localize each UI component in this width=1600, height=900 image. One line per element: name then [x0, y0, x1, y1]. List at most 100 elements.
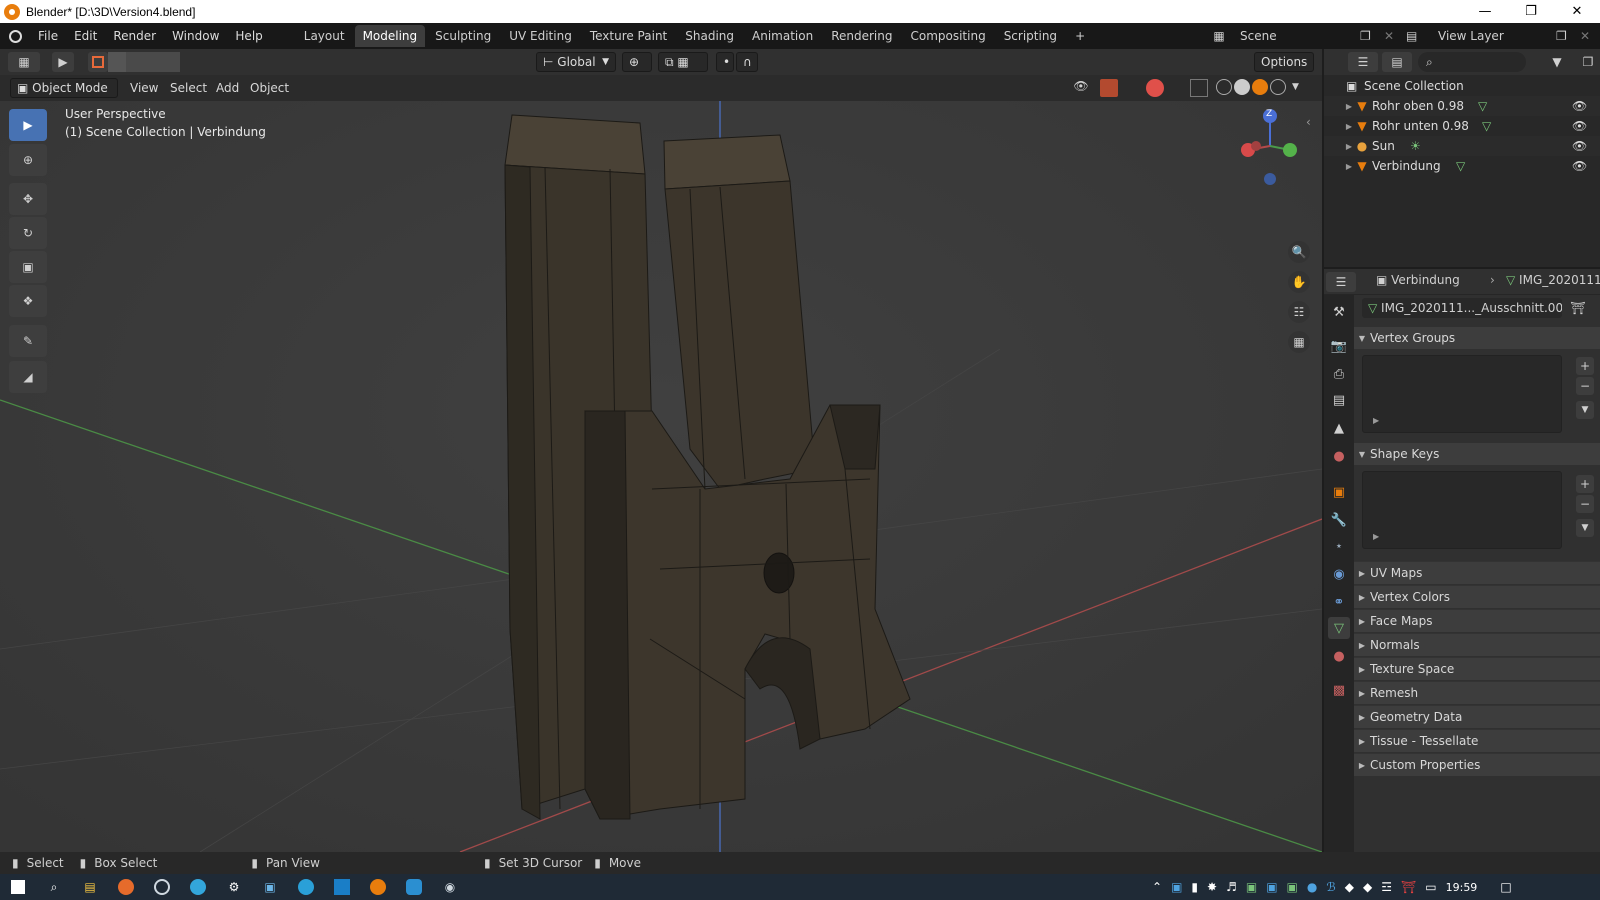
sidebar-toggle-chevron-icon[interactable]: ‹	[1306, 115, 1320, 131]
tray-expand-icon[interactable]: ⌃	[1152, 880, 1162, 894]
pivot-point-dropdown[interactable]: ⊕	[622, 52, 652, 72]
list-expand-icon[interactable]: ▶	[1373, 416, 1379, 425]
expand-arrow-icon[interactable]: ▶	[1324, 102, 1352, 111]
remove-shape-key-button[interactable]: −	[1576, 495, 1594, 513]
proportional-falloff-dropdown[interactable]: ∩	[736, 52, 758, 72]
panel-header-tissue-tessellate[interactable]: ▶ Tissue - Tessellate	[1354, 729, 1600, 752]
shading-rendered-icon[interactable]	[1270, 79, 1286, 95]
new-scene-icon[interactable]: ❐	[1360, 26, 1378, 46]
mesh-data-name-field[interactable]: ▽ IMG_2020111..._Ausschnitt.003	[1362, 298, 1562, 318]
minimize-button[interactable]: —	[1462, 0, 1508, 23]
navigation-gizmo[interactable]: Z	[1230, 106, 1300, 196]
outliner-editor-type-icon[interactable]: ☰	[1348, 52, 1378, 72]
store-icon[interactable]	[324, 874, 360, 900]
visibility-eye-icon[interactable]: 👁	[1572, 159, 1587, 173]
sun-light-data-icon[interactable]: ☀	[1410, 139, 1421, 153]
mesh-data-icon[interactable]: ▽	[1456, 159, 1465, 173]
tab-uv-editing[interactable]: UV Editing	[501, 25, 580, 47]
view-layer-tab-icon[interactable]: ▤	[1328, 389, 1350, 411]
tab-texture-paint[interactable]: Texture Paint	[582, 25, 675, 47]
select-mode-invert-icon[interactable]	[144, 52, 162, 72]
mesh-data-icon[interactable]: ▽	[1478, 99, 1487, 113]
shading-wireframe-icon[interactable]	[1216, 79, 1232, 95]
select-mode-extend-icon[interactable]	[108, 52, 126, 72]
outliner-scene-collection[interactable]: ▣ Scene Collection	[1324, 76, 1600, 96]
object-mode-dropdown[interactable]: ▣ Object Mode	[10, 78, 118, 98]
menu-edit[interactable]: Edit	[66, 23, 105, 49]
particles-tab-icon[interactable]: ⋆	[1328, 535, 1350, 557]
notification-icon[interactable]: □	[1500, 880, 1511, 894]
mesh-data-tab-icon[interactable]: ▽	[1328, 617, 1350, 639]
list-expand-icon[interactable]: ▶	[1373, 532, 1379, 541]
tool-cursor[interactable]: ⊕	[9, 144, 47, 176]
panel-header-texture-space[interactable]: ▶ Texture Space	[1354, 657, 1600, 680]
bluetooth-icon[interactable]: ℬ	[1326, 880, 1335, 894]
add-workspace-button[interactable]: +	[1067, 25, 1093, 47]
gizmo-toggle-icon[interactable]	[1100, 79, 1118, 97]
tool-measure[interactable]: ◢	[9, 361, 47, 393]
snap-dropdown[interactable]: ⧉ ▦	[658, 52, 708, 72]
blender-taskbar-icon[interactable]	[360, 874, 396, 900]
panel-header-uv-maps[interactable]: ▶ UV Maps	[1354, 561, 1600, 584]
sync-app-icon[interactable]	[396, 874, 432, 900]
outliner-item[interactable]: ▶ ● Sun ☀ 👁	[1324, 136, 1600, 156]
edge-icon[interactable]	[288, 874, 324, 900]
menu-window[interactable]: Window	[164, 23, 227, 49]
delete-view-layer-icon[interactable]: ✕	[1580, 26, 1596, 46]
physics-tab-icon[interactable]: ◉	[1328, 563, 1350, 585]
shading-solid-icon[interactable]	[1234, 79, 1250, 95]
shading-options-chevron-icon[interactable]: ▼	[1292, 79, 1306, 95]
outliner-display-mode-icon[interactable]: ▤	[1382, 52, 1412, 72]
texture-tab-icon[interactable]: ▩	[1328, 679, 1350, 701]
select-mode-new-icon[interactable]	[88, 52, 108, 72]
scene-name[interactable]: Scene	[1240, 26, 1277, 46]
outliner-item[interactable]: ▶ ▼ Rohr oben 0.98 ▽ 👁	[1324, 96, 1600, 116]
proportional-edit-toggle[interactable]: •	[716, 52, 734, 72]
volume-icon[interactable]: ♬	[1226, 880, 1237, 894]
visibility-eye-icon[interactable]: 👁	[1572, 139, 1587, 153]
select-mode-subtract-icon[interactable]	[126, 52, 144, 72]
tool-transform[interactable]: ❖	[9, 285, 47, 317]
wifi-icon[interactable]: ☲	[1381, 880, 1392, 894]
close-button[interactable]: ✕	[1554, 0, 1600, 23]
overlays-toggle-icon[interactable]	[1146, 79, 1164, 97]
ortho-grid-icon[interactable]: ▦	[1288, 331, 1310, 353]
material-tab-icon[interactable]: ●	[1328, 645, 1350, 667]
select-tool-icon[interactable]: ▶	[52, 52, 74, 72]
tool-annotate[interactable]: ✎	[9, 325, 47, 357]
remove-vertex-group-button[interactable]: −	[1576, 377, 1594, 395]
tool-move[interactable]: ✥	[9, 183, 47, 215]
viewport-menu-object[interactable]: Object	[244, 78, 295, 98]
zoom-icon[interactable]: 🔍	[1288, 241, 1310, 263]
fake-user-shield-icon[interactable]: ⛩	[1568, 298, 1588, 318]
panel-header-vertex-groups[interactable]: ▼ Vertex Groups	[1354, 327, 1600, 349]
outliner-item[interactable]: ▶ ▼ Verbindung ▽ 👁	[1324, 156, 1600, 176]
mesh-data-icon[interactable]: ▽	[1482, 119, 1491, 133]
camera-app-icon[interactable]: ◉	[432, 874, 468, 900]
tray-app-icon[interactable]: ◆	[1345, 880, 1354, 894]
tab-modeling[interactable]: Modeling	[354, 25, 426, 47]
render-tab-icon[interactable]: 📷	[1328, 335, 1350, 357]
viewport-menu-add[interactable]: Add	[210, 78, 245, 98]
tool-select-box[interactable]: ▶	[9, 109, 47, 141]
firefox-icon[interactable]	[108, 874, 144, 900]
shading-material-icon[interactable]	[1252, 79, 1268, 95]
viewport-menu-select[interactable]: Select	[164, 78, 213, 98]
vertex-group-specials-button[interactable]: ▼	[1576, 401, 1594, 419]
pan-hand-icon[interactable]: ✋	[1288, 271, 1310, 293]
view-layer-name[interactable]: View Layer	[1438, 26, 1504, 46]
expand-arrow-icon[interactable]: ▶	[1324, 142, 1352, 151]
3d-viewport[interactable]: ▦ ▶ ⊢ Global ▼ ⊕ ⧉ ▦ • ∩ Options ▼ ▣ Obj…	[0, 49, 1322, 852]
modifier-wrench-icon[interactable]: 🔧	[1328, 509, 1350, 531]
tray-app-icon[interactable]: ▮	[1191, 880, 1198, 894]
new-view-layer-icon[interactable]: ❐	[1556, 26, 1574, 46]
panel-header-remesh[interactable]: ▶ Remesh	[1354, 681, 1600, 704]
panel-header-custom-properties[interactable]: ▶ Custom Properties	[1354, 753, 1600, 776]
world-tab-icon[interactable]: ●	[1328, 445, 1350, 467]
messenger-icon[interactable]	[144, 874, 180, 900]
tool-scale[interactable]: ▣	[9, 251, 47, 283]
file-explorer-icon[interactable]: ▤	[72, 874, 108, 900]
battery-icon[interactable]: ▭	[1425, 880, 1436, 894]
expand-arrow-icon[interactable]: ▶	[1324, 122, 1352, 131]
tray-app-icon[interactable]: ✸	[1207, 880, 1217, 894]
